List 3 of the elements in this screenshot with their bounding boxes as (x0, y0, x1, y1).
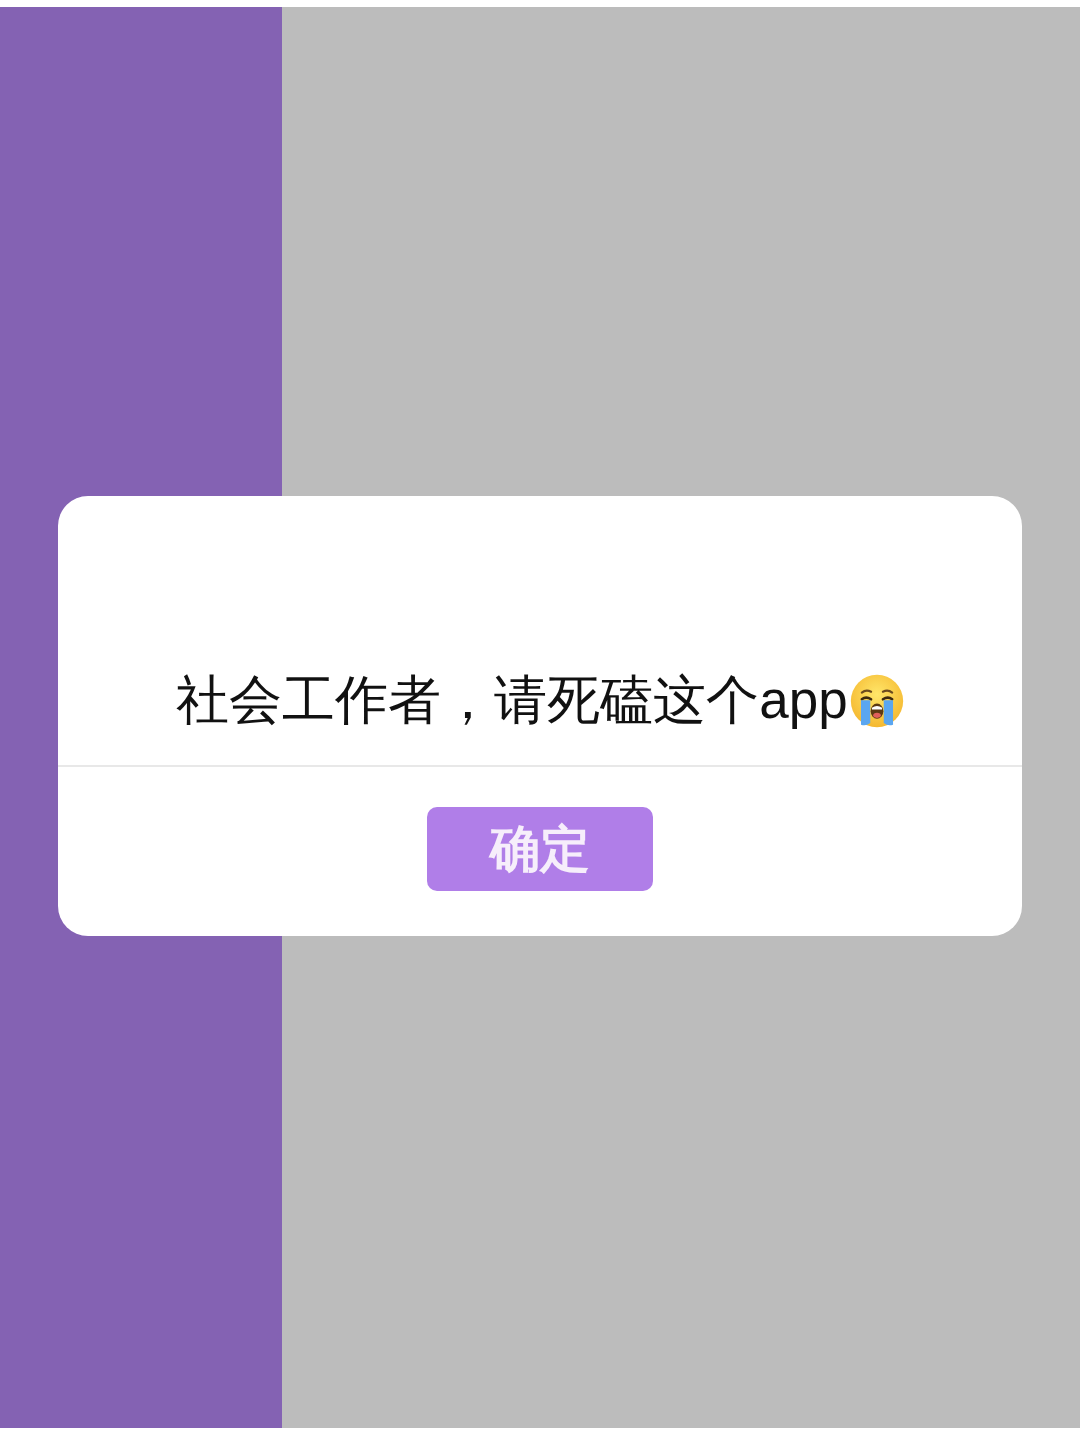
confirm-button[interactable]: 确定 (427, 807, 653, 891)
crying-face-icon (849, 674, 904, 728)
dialog-message: 社会工作者，请死磕这个app (176, 669, 848, 731)
